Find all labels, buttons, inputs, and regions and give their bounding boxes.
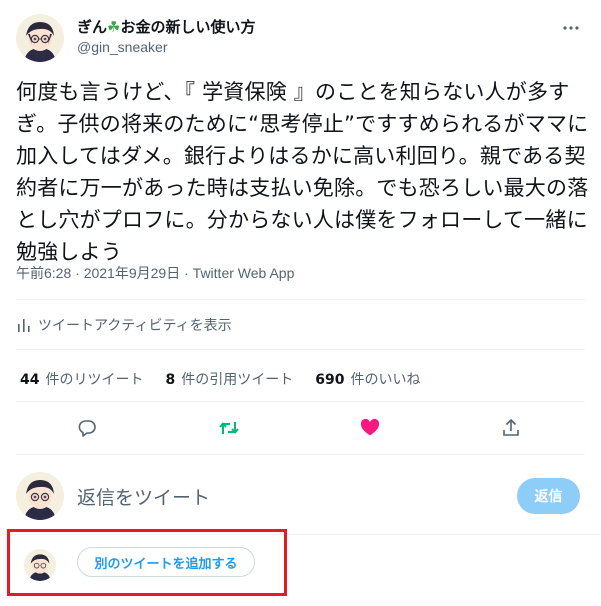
avatar-illustration [24,549,56,581]
reply-button[interactable] [70,411,104,445]
thread-avatar [24,549,56,581]
display-name-part: ぎん [77,18,108,36]
tweet-source[interactable]: Twitter Web App [193,265,295,281]
reply-input[interactable]: 返信をツイート [77,483,210,510]
avatar-illustration [16,14,64,62]
divider [16,401,585,402]
author-display-name[interactable]: ぎん☘お金の新しい使い方 [77,16,255,37]
tweet-activity-link[interactable]: ツイートアクティビティを表示 [16,314,232,336]
retweet-icon [219,422,239,434]
display-name-rest: お金の新しい使い方 [120,18,256,36]
bar-chart-icon [18,319,30,332]
divider [16,299,585,300]
meta-separator: · [180,265,193,281]
author-handle[interactable]: @gin_sneaker [77,39,168,55]
likes-count: 690 [315,372,345,388]
retweets-stat[interactable]: 44 件のリツイート [20,369,143,389]
retweets-count: 44 [20,372,40,388]
add-another-tweet-button[interactable]: 別のツイートを追加する [77,547,255,577]
meta-separator: · [71,265,84,281]
more-options-button[interactable] [557,14,585,42]
divider [16,349,585,350]
clover-icon: ☘ [107,18,121,36]
heart-icon [360,418,380,436]
tweet-meta: 午前6:28 · 2021年9月29日 · Twitter Web App [16,263,294,283]
likes-label: 件のいいね [350,372,421,388]
quotes-label: 件の引用ツイート [181,372,294,388]
reply-icon [78,420,96,437]
activity-label: ツイートアクティビティを表示 [38,318,232,334]
like-button[interactable] [353,411,387,445]
divider [16,454,585,455]
more-icon [563,26,579,30]
tweet-text: 何度も言うけど、『 学資保険 』のことを知らない人が多すぎ。子供の将来のために“… [16,80,589,264]
retweet-button[interactable] [212,411,246,445]
avatar-illustration [16,472,64,520]
reply-submit-button[interactable]: 返信 [517,478,580,514]
engagement-stats: 44 件のリツイート 8 件の引用ツイート 690 件のいいね [20,369,420,389]
quotes-count: 8 [165,372,176,388]
likes-stat[interactable]: 690 件のいいね [315,369,420,389]
tweet-time[interactable]: 午前6:28 [16,265,71,281]
quotes-stat[interactable]: 8 件の引用ツイート [165,369,293,389]
tweet-date[interactable]: 2021年9月29日 [84,265,181,281]
retweets-label: 件のリツイート [45,372,144,388]
share-icon [503,419,519,436]
author-avatar[interactable] [16,14,64,62]
share-button[interactable] [494,411,528,445]
user-avatar[interactable] [16,472,64,520]
